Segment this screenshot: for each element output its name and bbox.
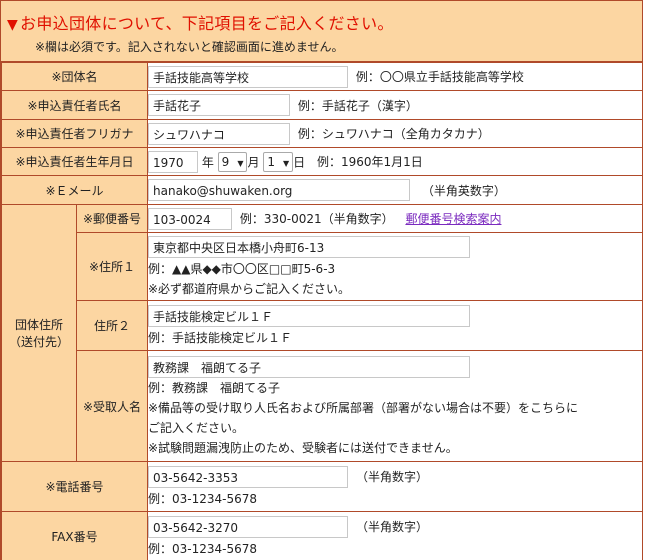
org-name-label: ※団体名 (1, 62, 148, 91)
email-cell: hanako@shuwaken.org （半角英数字） (147, 175, 642, 205)
postal-input[interactable]: 103-0024 (148, 207, 232, 230)
fax-cell: 03-5642-3270 （半角数字） 例：03-1234-5678 (147, 511, 642, 560)
address-group-label-1: 団体住所 (14, 318, 63, 332)
postal-search-link[interactable]: 郵便番号検索案内 (405, 212, 501, 226)
email-input[interactable]: hanako@shuwaken.org (148, 179, 410, 201)
phone-label: ※電話番号 (1, 461, 148, 512)
row-email: ※Ｅメール hanako@shuwaken.org （半角英数字） (1, 175, 642, 205)
form-title-text: お申込団体について、下記項目をご記入ください。 (20, 14, 394, 33)
row-phone: ※電話番号 03-5642-3353 （半角数字） 例：03-1234-5678 (1, 461, 642, 512)
chevron-down-icon: ▼ (282, 158, 290, 168)
fax-label: FAX番号 (1, 511, 148, 560)
address-group-label-2: （送付先） (8, 335, 69, 349)
birth-example: 例：1960年1月1日 (316, 155, 423, 169)
addr2-example: 例：手話技能検定ビル１Ｆ (148, 330, 293, 345)
birth-day-value: 1 (267, 154, 275, 169)
addr1-example: 例：▲▲県◆◆市〇〇区□□町5-6-3 (148, 261, 336, 276)
row-postal: 団体住所 （送付先） ※郵便番号 103-0024 例：330-0021（半角数… (1, 204, 642, 462)
recipient-input[interactable]: 教務課 福朗てる子 (148, 355, 470, 378)
email-label: ※Ｅメール (1, 175, 148, 205)
recipient-note-3: ※試験問題漏洩防止のため、受験者には送付できません。 (148, 441, 458, 455)
postal-label: ※郵便番号 (76, 204, 148, 233)
birth-year-input[interactable]: 1970 (148, 150, 198, 173)
required-note: ※欄は必須です。記入されないと確認画面に進めません。 (35, 40, 344, 54)
addr1-input[interactable]: 東京都中央区日本橋小舟町6-13 (148, 236, 470, 258)
phone-input[interactable]: 03-5642-3353 (148, 466, 348, 488)
org-name-input[interactable]: 手話技能高等学校 (148, 65, 348, 88)
org-name-cell: 手話技能高等学校 例：〇〇県立手話技能高等学校 (147, 62, 642, 91)
birth-cell: 1970 年 9 ▼ 月 1 ▼ 日 例：1960年1月1日 (147, 147, 642, 176)
form-header: ▼ お申込団体について、下記項目をご記入ください。 ※欄は必須です。記入されないと… (1, 1, 642, 62)
birth-day-select[interactable]: 1 ▼ (263, 151, 294, 172)
form-title: ▼ お申込団体について、下記項目をご記入ください。 (7, 10, 394, 34)
fax-hint: （半角数字） (356, 520, 429, 534)
triangle-down-icon: ▼ (7, 17, 19, 33)
row-person-name: ※申込責任者氏名 手話花子 例：手話花子（漢字） (1, 90, 642, 120)
birth-month-select[interactable]: 9 ▼ (217, 151, 248, 172)
person-name-example: 例：手話花子（漢字） (297, 98, 418, 113)
addr1-note: ※必ず都道府県からご記入ください。 (148, 281, 351, 296)
birth-month-unit: 月 (247, 155, 260, 169)
row-org-name: ※団体名 手話技能高等学校 例：〇〇県立手話技能高等学校 (1, 62, 642, 91)
fax-example: 例：03-1234-5678 (148, 541, 258, 556)
row-addr2: 住所２ 手話技能検定ビル１Ｆ 例：手話技能検定ビル１Ｆ (2, 300, 642, 351)
person-name-label: ※申込責任者氏名 (1, 90, 148, 120)
recipient-note-2: ご記入ください。 (148, 421, 245, 435)
birth-month-value: 9 (221, 154, 230, 169)
birth-year-unit: 年 (201, 155, 214, 169)
postal-example: 例：330-0021（半角数字） (239, 212, 394, 226)
phone-hint: （半角数字） (356, 470, 429, 484)
birth-label: ※申込責任者生年月日 (1, 147, 148, 176)
person-name-input[interactable]: 手話花子 (148, 94, 290, 116)
recipient-note-1: ※備品等の受け取り人氏名および所属部署（部署がない場合は不要）をこちらに (148, 401, 579, 415)
row-birth: ※申込責任者生年月日 1970 年 9 ▼ 月 1 ▼ 日 例：1960年1月1日 (1, 147, 642, 176)
org-name-example: 例：〇〇県立手話技能高等学校 (355, 70, 524, 84)
birth-day-unit: 日 (293, 155, 306, 169)
row-recipient: ※受取人名 教務課 福朗てる子 例：教務課 福朗てる子 ※備品等の受け取り人氏名… (2, 350, 642, 462)
addr1-label: ※住所１ (76, 232, 148, 301)
fax-input[interactable]: 03-5642-3270 (148, 516, 348, 538)
person-kana-cell: シュワハナコ 例：シュワハナコ（全角カタカナ） (147, 119, 642, 148)
phone-cell: 03-5642-3353 （半角数字） 例：03-1234-5678 (147, 461, 642, 512)
recipient-cell: 教務課 福朗てる子 例：教務課 福朗てる子 ※備品等の受け取り人氏名および所属部… (147, 350, 642, 462)
address-group-label: 団体住所 （送付先） (1, 204, 77, 462)
row-person-kana: ※申込責任者フリガナ シュワハナコ 例：シュワハナコ（全角カタカナ） (1, 119, 642, 148)
postal-cell: 103-0024 例：330-0021（半角数字） 郵便番号検索案内 (147, 204, 642, 233)
phone-example: 例：03-1234-5678 (148, 491, 258, 506)
person-name-cell: 手話花子 例：手話花子（漢字） (147, 90, 642, 120)
row-addr1: ※住所１ 東京都中央区日本橋小舟町6-13 例：▲▲県◆◆市〇〇区□□町5-6-… (2, 232, 642, 301)
person-kana-label: ※申込責任者フリガナ (1, 119, 148, 148)
email-hint: （半角英数字） (421, 183, 506, 198)
addr1-cell: 東京都中央区日本橋小舟町6-13 例：▲▲県◆◆市〇〇区□□町5-6-3 ※必ず… (147, 232, 642, 301)
person-kana-input[interactable]: シュワハナコ (148, 122, 290, 145)
addr2-label: 住所２ (76, 300, 148, 351)
form-table: ※団体名 手話技能高等学校 例：〇〇県立手話技能高等学校 ※申込責任者氏名 手話… (1, 62, 642, 560)
recipient-example: 例：教務課 福朗てる子 (148, 381, 281, 395)
chevron-down-icon: ▼ (237, 158, 244, 168)
row-fax: FAX番号 03-5642-3270 （半角数字） 例：03-1234-5678 (1, 511, 642, 560)
recipient-label: ※受取人名 (76, 350, 148, 462)
addr2-cell: 手話技能検定ビル１Ｆ 例：手話技能検定ビル１Ｆ (147, 300, 642, 351)
person-kana-example: 例：シュワハナコ（全角カタカナ） (297, 127, 490, 141)
application-form-frame: ▼ お申込団体について、下記項目をご記入ください。 ※欄は必須です。記入されないと… (0, 0, 643, 560)
addr2-input[interactable]: 手話技能検定ビル１Ｆ (148, 305, 470, 327)
